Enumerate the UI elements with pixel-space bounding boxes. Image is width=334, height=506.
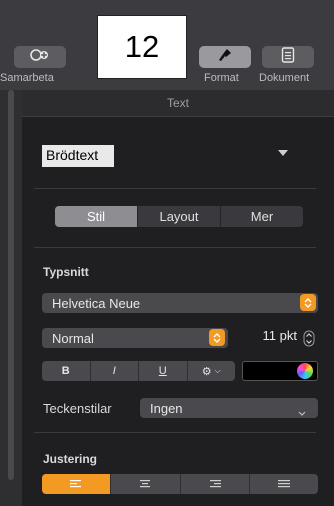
panel-title: Text [166, 96, 189, 110]
divider [34, 247, 316, 248]
paintbrush-icon [216, 48, 234, 67]
align-center-button[interactable] [110, 474, 179, 494]
format-tabs: Stil Layout Mer [55, 206, 303, 227]
char-styles-label: Teckenstilar [43, 401, 112, 416]
document-icon [281, 46, 295, 68]
document-button[interactable] [262, 46, 314, 68]
italic-button[interactable]: I [89, 361, 139, 381]
format-label: Format [204, 72, 239, 84]
format-button[interactable] [199, 46, 251, 68]
text-format-buttons: B I U ⚙ ⌵ [42, 361, 235, 381]
char-styles-value: Ingen [150, 400, 183, 416]
font-style-popup-icon[interactable] [209, 329, 225, 346]
font-style-value: Normal [52, 330, 94, 346]
color-wheel-icon[interactable] [297, 363, 313, 379]
tab-layout[interactable]: Layout [137, 206, 220, 227]
align-right-icon [209, 480, 221, 488]
tab-stil[interactable]: Stil [55, 206, 137, 227]
divider [34, 432, 316, 433]
tab-mer[interactable]: Mer [220, 206, 303, 227]
collaborate-icon [28, 48, 52, 67]
align-right-button[interactable] [179, 474, 249, 494]
font-size-field[interactable]: 11 pkt [241, 328, 297, 348]
font-family-value: Helvetica Neue [52, 295, 141, 311]
font-style-select[interactable]: Normal [42, 328, 228, 348]
number-overlay: 12 [97, 15, 187, 79]
document-label: Dokument [259, 72, 310, 84]
font-family-popup-icon[interactable] [300, 294, 316, 311]
chevron-down-icon: ⌵ [214, 366, 221, 375]
alignment-buttons [42, 474, 318, 494]
align-left-button[interactable] [42, 474, 111, 494]
chevron-down-icon [298, 404, 306, 422]
char-styles-select[interactable]: Ingen [140, 398, 318, 418]
bold-button[interactable]: B [42, 361, 90, 381]
chevron-down-icon[interactable] [278, 150, 288, 156]
align-center-icon [140, 480, 151, 488]
paragraph-style-value: Brödtext [46, 147, 99, 163]
collaborate-button[interactable] [14, 46, 66, 68]
left-scrollbar[interactable] [8, 90, 14, 480]
font-section-label: Typsnitt [43, 265, 89, 279]
collaborate-label: Samarbeta [0, 72, 54, 84]
font-size-stepper-icon[interactable] [303, 330, 315, 352]
underline-button[interactable]: U [138, 361, 187, 381]
align-left-icon [70, 480, 82, 488]
font-family-select[interactable]: Helvetica Neue [42, 293, 318, 313]
more-text-options-button[interactable]: ⚙ ⌵ [186, 361, 236, 381]
alignment-label: Justering [43, 452, 98, 466]
divider [34, 188, 316, 189]
align-justify-icon [277, 480, 290, 488]
gear-icon: ⚙ [201, 365, 212, 378]
align-justify-button[interactable] [248, 474, 318, 494]
